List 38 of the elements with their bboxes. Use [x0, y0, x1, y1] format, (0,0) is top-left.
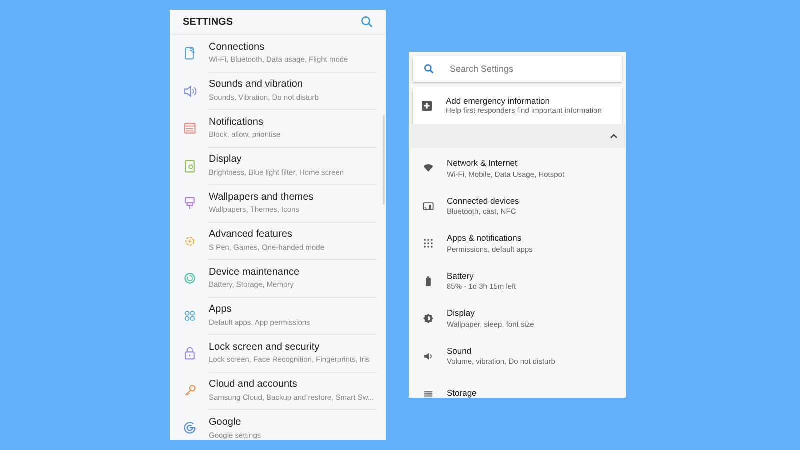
item-title: Storage	[447, 388, 477, 398]
item-title: Display	[447, 308, 476, 319]
wifi-icon	[422, 163, 434, 174]
item-title: Lock screen and security	[209, 342, 321, 354]
settings-item[interactable]: Storage	[409, 375, 626, 398]
search-icon	[424, 64, 434, 74]
item-title: Apps & notifications	[447, 233, 523, 244]
item-title: Google	[209, 417, 242, 430]
item-title: Sound	[447, 346, 473, 356]
suggestion-title: Add emergency information	[446, 96, 551, 106]
item-title: Cloud and accounts	[209, 379, 298, 392]
cast-devices-icon	[422, 200, 434, 212]
paintbrush-icon	[182, 196, 196, 212]
item-title: Device maintenance	[209, 266, 301, 280]
padlock-icon	[182, 346, 196, 362]
phone-signal-icon	[182, 46, 196, 62]
item-title: Display	[209, 154, 243, 167]
grid-dots-icon	[422, 238, 434, 250]
item-title: Connections	[209, 42, 266, 54]
item-title: Wallpapers and themes	[209, 192, 315, 204]
chevron-icon[interactable]	[610, 133, 618, 139]
notification-panel-icon	[182, 121, 196, 136]
item-title: Apps	[209, 304, 233, 317]
settings-title: SETTINGS	[183, 16, 234, 30]
plus-square-icon	[422, 100, 432, 110]
four-circles-icon	[182, 308, 196, 324]
speaker-icon	[182, 84, 196, 99]
item-title: Battery	[447, 270, 475, 282]
item-title: Sounds and vibration	[209, 79, 304, 92]
brightness-icon	[422, 313, 434, 324]
item-title: Advanced features	[209, 229, 294, 242]
item-title: Notifications	[209, 116, 264, 130]
speaker-icon	[422, 350, 434, 362]
g-spiral-icon	[182, 421, 196, 436]
search-field[interactable]: Search Settings	[413, 56, 622, 82]
item-title: Connected devices	[447, 196, 520, 206]
item-title: Network & Internet	[447, 158, 518, 169]
search-icon[interactable]	[361, 16, 373, 28]
